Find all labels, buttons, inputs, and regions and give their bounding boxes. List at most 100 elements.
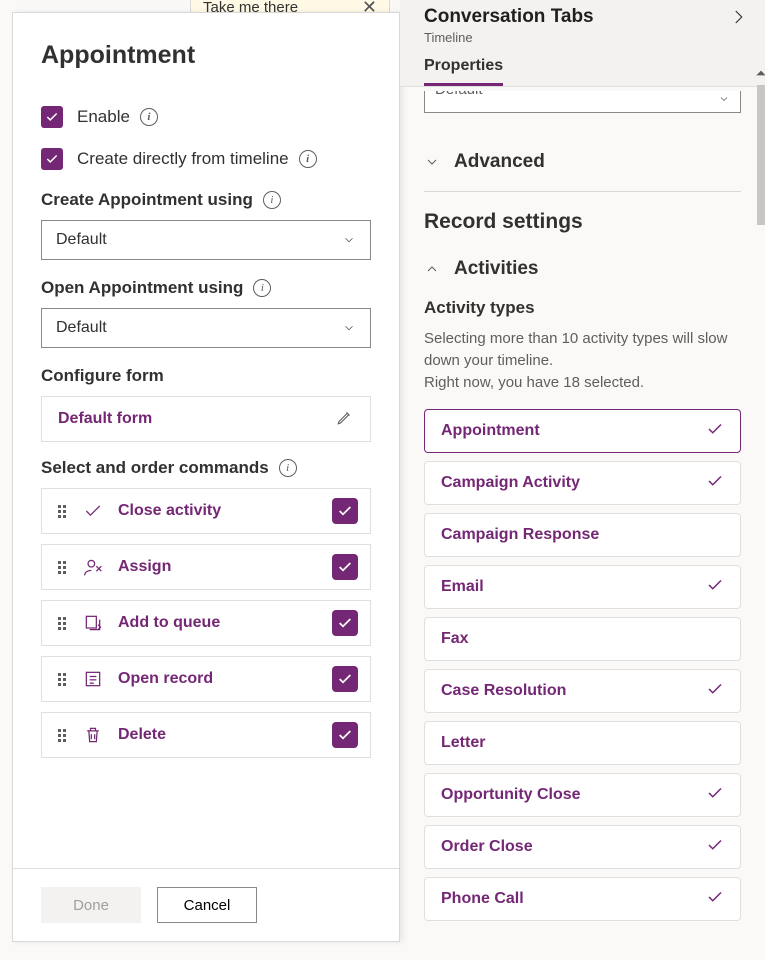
activity-type-row[interactable]: Opportunity Close bbox=[424, 773, 741, 817]
tab-properties[interactable]: Properties bbox=[424, 57, 503, 86]
help-text: Selecting more than 10 activity types wi… bbox=[424, 328, 741, 393]
commands-label: Select and order commands i bbox=[41, 458, 371, 478]
activity-types-label: Activity types bbox=[424, 298, 741, 318]
delete-icon bbox=[82, 725, 104, 745]
section-title: Activities bbox=[454, 258, 538, 280]
check-icon bbox=[82, 501, 104, 521]
create-using-label: Create Appointment using i bbox=[41, 190, 371, 210]
activity-type-label: Campaign Activity bbox=[441, 474, 580, 492]
drag-handle-icon[interactable] bbox=[58, 729, 68, 742]
command-label: Assign bbox=[118, 558, 318, 576]
appointment-panel: Appointment Enable i Create directly fro… bbox=[12, 12, 400, 942]
command-label: Close activity bbox=[118, 502, 318, 520]
info-icon[interactable]: i bbox=[263, 191, 281, 209]
activity-type-row[interactable]: Order Close bbox=[424, 825, 741, 869]
check-icon bbox=[706, 420, 724, 443]
command-label: Open record bbox=[118, 670, 318, 688]
record-settings-title: Record settings bbox=[424, 210, 583, 234]
activity-type-label: Phone Call bbox=[441, 890, 524, 908]
drag-handle-icon[interactable] bbox=[58, 617, 68, 630]
open-record-icon bbox=[82, 669, 104, 689]
cancel-button[interactable]: Cancel bbox=[157, 887, 257, 923]
create-direct-checkbox[interactable] bbox=[41, 148, 63, 170]
scrollbar[interactable] bbox=[757, 85, 765, 225]
configure-form-value: Default form bbox=[58, 410, 152, 428]
check-icon bbox=[706, 836, 724, 859]
advanced-section[interactable]: Advanced bbox=[424, 133, 741, 192]
activity-type-row[interactable]: Campaign Response bbox=[424, 513, 741, 557]
activities-toggle[interactable]: Activities bbox=[424, 258, 741, 280]
create-direct-label: Create directly from timeline bbox=[77, 149, 289, 169]
section-title: Advanced bbox=[454, 151, 545, 173]
open-using-label: Open Appointment using i bbox=[41, 278, 371, 298]
command-row[interactable]: Add to queue bbox=[41, 600, 371, 646]
configure-form-row[interactable]: Default form bbox=[41, 396, 371, 442]
activity-type-label: Campaign Response bbox=[441, 526, 599, 544]
info-icon[interactable]: i bbox=[279, 459, 297, 477]
chevron-down-icon bbox=[342, 233, 356, 247]
activity-types-list: Appointment Campaign Activity Campaign Res… bbox=[424, 409, 741, 921]
activity-type-label: Opportunity Close bbox=[441, 786, 581, 804]
header-title: Conversation Tabs bbox=[424, 6, 745, 28]
command-label: Add to queue bbox=[118, 614, 318, 632]
command-checkbox[interactable] bbox=[332, 554, 358, 580]
drag-handle-icon[interactable] bbox=[58, 505, 68, 518]
activity-type-row[interactable]: Campaign Activity bbox=[424, 461, 741, 505]
activity-type-label: Appointment bbox=[441, 422, 540, 440]
check-icon bbox=[706, 576, 724, 599]
done-button: Done bbox=[41, 887, 141, 923]
properties-panel: Conversation Tabs Timeline Properties De… bbox=[400, 0, 765, 960]
enable-checkbox[interactable] bbox=[41, 106, 63, 128]
enable-label: Enable bbox=[77, 107, 130, 127]
panel-header: Conversation Tabs Timeline Properties bbox=[400, 0, 765, 87]
activities-section: Activities Activity types Selecting more… bbox=[424, 240, 741, 939]
activity-type-row[interactable]: Appointment bbox=[424, 409, 741, 453]
activity-type-label: Fax bbox=[441, 630, 469, 648]
check-icon bbox=[706, 888, 724, 911]
chevron-up-icon bbox=[424, 261, 440, 277]
command-checkbox[interactable] bbox=[332, 722, 358, 748]
info-icon[interactable]: i bbox=[299, 150, 317, 168]
command-row[interactable]: Close activity bbox=[41, 488, 371, 534]
scroll-up-icon[interactable] bbox=[754, 66, 765, 85]
chevron-right-icon[interactable] bbox=[729, 8, 747, 31]
activity-type-label: Order Close bbox=[441, 838, 533, 856]
queue-icon bbox=[82, 613, 104, 633]
info-icon[interactable]: i bbox=[253, 279, 271, 297]
command-label: Delete bbox=[118, 726, 318, 744]
enable-row[interactable]: Enable i bbox=[41, 106, 371, 128]
check-icon bbox=[706, 784, 724, 807]
activity-type-row[interactable]: Email bbox=[424, 565, 741, 609]
edit-icon[interactable] bbox=[336, 408, 354, 431]
open-using-select[interactable]: Default bbox=[41, 308, 371, 348]
panel-title: Appointment bbox=[41, 41, 371, 70]
command-row[interactable]: Delete bbox=[41, 712, 371, 758]
info-icon[interactable]: i bbox=[140, 108, 158, 126]
chevron-down-icon bbox=[718, 93, 730, 105]
check-icon bbox=[706, 472, 724, 495]
check-icon bbox=[706, 680, 724, 703]
activity-type-row[interactable]: Case Resolution bbox=[424, 669, 741, 713]
activity-type-row[interactable]: Phone Call bbox=[424, 877, 741, 921]
command-row[interactable]: Assign bbox=[41, 544, 371, 590]
command-checkbox[interactable] bbox=[332, 610, 358, 636]
activity-type-label: Email bbox=[441, 578, 484, 596]
command-checkbox[interactable] bbox=[332, 666, 358, 692]
chevron-down-icon bbox=[342, 321, 356, 335]
create-using-select[interactable]: Default bbox=[41, 220, 371, 260]
drag-handle-icon[interactable] bbox=[58, 673, 68, 686]
panel-footer: Done Cancel bbox=[13, 868, 399, 941]
create-direct-row[interactable]: Create directly from timeline i bbox=[41, 148, 371, 170]
activity-type-row[interactable]: Fax bbox=[424, 617, 741, 661]
command-checkbox[interactable] bbox=[332, 498, 358, 524]
default-select-cut[interactable]: Default bbox=[424, 91, 741, 113]
drag-handle-icon[interactable] bbox=[58, 561, 68, 574]
commands-list: Close activity Assign Add to queue Open … bbox=[41, 488, 371, 758]
activity-type-label: Letter bbox=[441, 734, 485, 752]
chevron-down-icon bbox=[424, 154, 440, 170]
assign-icon bbox=[82, 557, 104, 577]
activity-type-row[interactable]: Letter bbox=[424, 721, 741, 765]
activity-type-label: Case Resolution bbox=[441, 682, 566, 700]
configure-form-label: Configure form bbox=[41, 366, 371, 386]
command-row[interactable]: Open record bbox=[41, 656, 371, 702]
